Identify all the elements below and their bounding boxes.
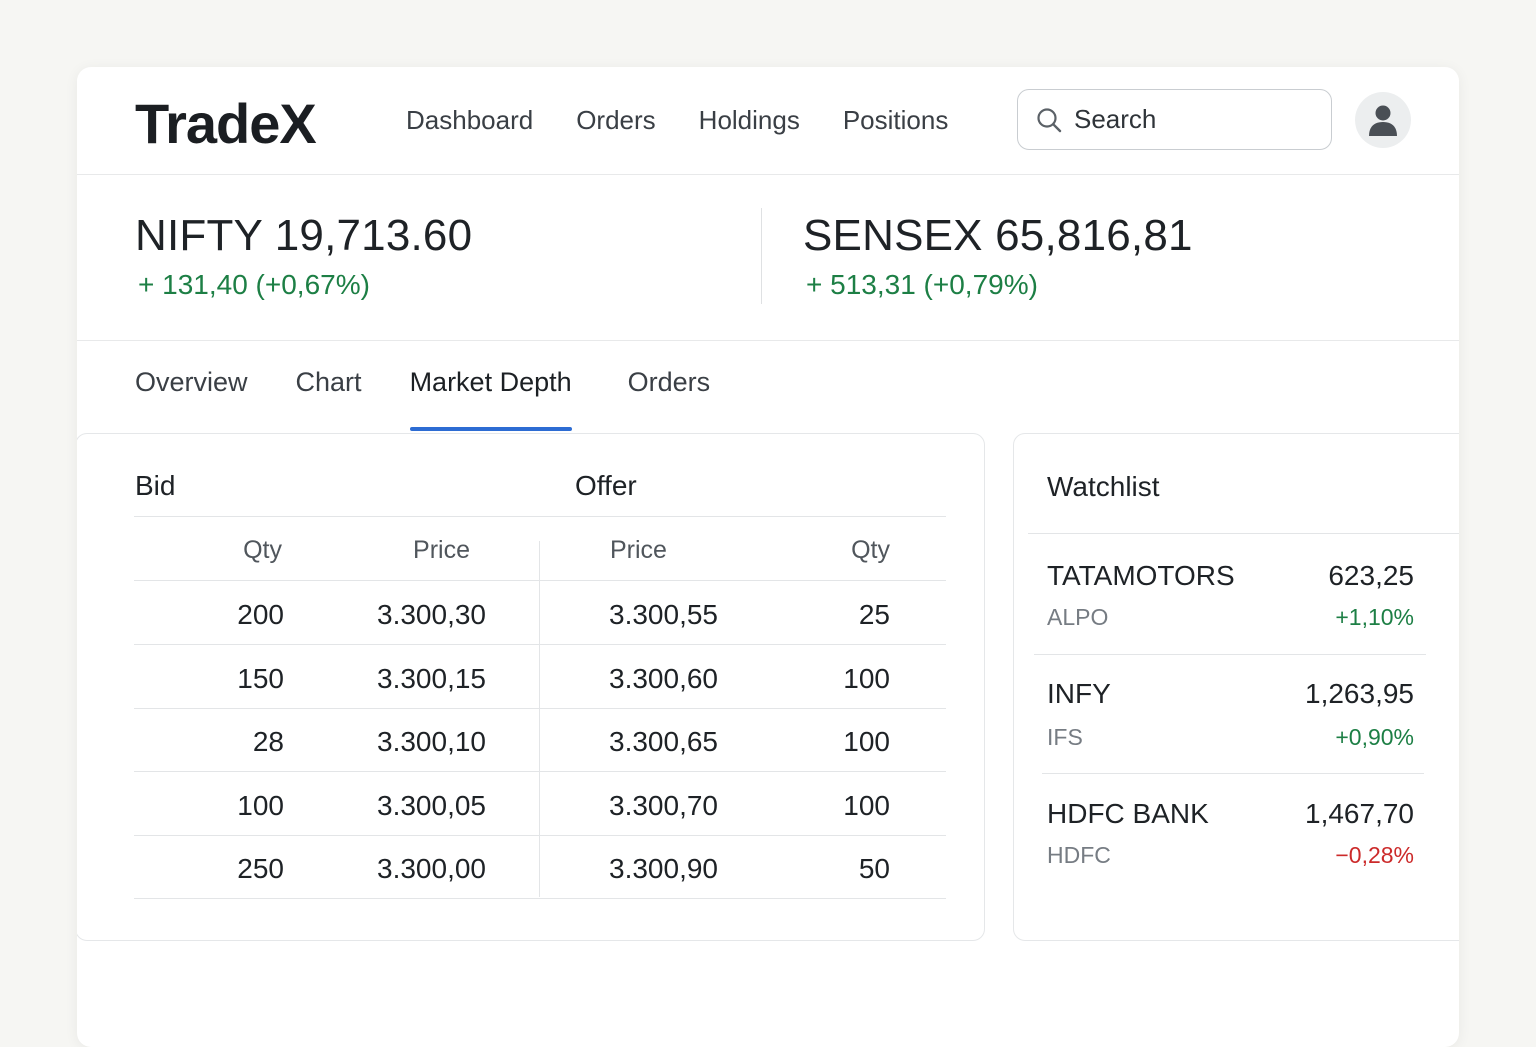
row-divider bbox=[134, 708, 946, 709]
watchlist-price: 623,25 bbox=[1328, 560, 1414, 591]
offer-price[interactable]: 3.300,70 bbox=[609, 790, 718, 822]
index-sensex[interactable]: SENSEX 65,816,81 + 513,31 (+0,79%) bbox=[803, 211, 1193, 301]
bid-price[interactable]: 3.300,15 bbox=[346, 663, 486, 695]
search-icon bbox=[1037, 107, 1062, 132]
tab-chart[interactable]: Chart bbox=[296, 367, 362, 433]
col-offer-qty: Qty bbox=[851, 536, 890, 564]
tab-market-depth[interactable]: Market Depth bbox=[409, 367, 572, 433]
nav-dashboard[interactable]: Dashboard bbox=[406, 105, 533, 136]
market-depth-panel: Bid Offer Qty Price Price Qty 200 3.300,… bbox=[77, 433, 985, 941]
divider bbox=[1028, 533, 1459, 534]
index-change: + 131,40 (+0,67%) bbox=[138, 269, 370, 300]
bid-price[interactable]: 3.300,05 bbox=[346, 790, 486, 822]
offer-qty: 100 bbox=[843, 726, 890, 757]
divider bbox=[134, 516, 946, 517]
watchlist-change: +0,90% bbox=[1335, 724, 1414, 750]
watchlist-symbol: TATAMOTORS bbox=[1047, 560, 1235, 591]
bid-price[interactable]: 3.300,00 bbox=[346, 853, 486, 885]
offer-price[interactable]: 3.300,60 bbox=[609, 663, 718, 695]
divider bbox=[134, 580, 946, 581]
bid-qty: 150 bbox=[237, 663, 284, 694]
index-strip: NIFTY 19,713.60 + 131,40 (+0,67%) SENSEX… bbox=[77, 175, 1459, 341]
detail-tabs: Overview Chart Market Depth Orders bbox=[135, 367, 758, 433]
bid-qty: 28 bbox=[252, 726, 284, 757]
offer-price[interactable]: 3.300,65 bbox=[609, 726, 718, 758]
tab-overview[interactable]: Overview bbox=[135, 367, 248, 433]
offer-price[interactable]: 3.300,90 bbox=[609, 853, 718, 885]
user-icon bbox=[1369, 105, 1397, 136]
offer-qty: 25 bbox=[858, 599, 890, 630]
bid-offer-divider bbox=[539, 541, 540, 897]
row-divider bbox=[134, 771, 946, 772]
index-nifty[interactable]: NIFTY 19,713.60 + 131,40 (+0,67%) bbox=[135, 211, 472, 301]
search-input[interactable] bbox=[1074, 104, 1314, 135]
watchlist-panel: Watchlist TATAMOTORS 623,25 ALPO +1,10% … bbox=[1013, 433, 1459, 941]
row-divider bbox=[134, 835, 946, 836]
index-name: SENSEX 65,816,81 bbox=[803, 211, 1193, 260]
bid-price[interactable]: 3.300,10 bbox=[346, 726, 486, 758]
watchlist-title: Watchlist bbox=[1047, 471, 1160, 502]
watchlist-subtitle: HDFC bbox=[1047, 842, 1111, 868]
watchlist-symbol: INFY bbox=[1047, 678, 1111, 709]
bid-heading: Bid bbox=[135, 470, 176, 501]
logo[interactable]: TradeX bbox=[135, 91, 317, 156]
watchlist-price: 1,467,70 bbox=[1305, 798, 1414, 829]
row-divider bbox=[134, 898, 946, 899]
nav-holdings[interactable]: Holdings bbox=[699, 105, 800, 136]
offer-qty: 100 bbox=[843, 790, 890, 821]
bid-price[interactable]: 3.300,30 bbox=[346, 599, 486, 631]
watchlist-subtitle: ALPO bbox=[1047, 604, 1109, 630]
offer-qty: 50 bbox=[858, 853, 890, 884]
app-window: TradeX Dashboard Orders Holdings Positio… bbox=[77, 67, 1459, 1047]
col-bid-qty: Qty bbox=[243, 536, 282, 564]
index-change: + 513,31 (+0,79%) bbox=[806, 269, 1038, 300]
offer-price[interactable]: 3.300,55 bbox=[609, 599, 718, 631]
nav-positions[interactable]: Positions bbox=[843, 105, 949, 136]
watchlist-change: −0,28% bbox=[1335, 842, 1414, 868]
offer-qty: 100 bbox=[843, 663, 890, 694]
top-bar: TradeX Dashboard Orders Holdings Positio… bbox=[77, 67, 1459, 175]
watchlist-subtitle: IFS bbox=[1047, 724, 1083, 750]
bid-qty: 250 bbox=[237, 853, 284, 884]
offer-heading: Offer bbox=[575, 470, 637, 501]
watchlist-price: 1,263,95 bbox=[1305, 678, 1414, 709]
divider bbox=[1042, 773, 1424, 774]
tab-orders[interactable]: Orders bbox=[628, 367, 711, 433]
search-box[interactable] bbox=[1017, 89, 1332, 150]
col-offer-price: Price bbox=[610, 536, 667, 564]
index-divider bbox=[761, 208, 762, 304]
watchlist-change: +1,10% bbox=[1335, 604, 1414, 630]
nav-orders[interactable]: Orders bbox=[576, 105, 655, 136]
main-nav: Dashboard Orders Holdings Positions bbox=[406, 105, 991, 136]
watchlist-symbol: HDFC BANK bbox=[1047, 798, 1209, 829]
divider bbox=[1034, 654, 1426, 655]
bid-qty: 200 bbox=[237, 599, 284, 630]
index-name: NIFTY 19,713.60 bbox=[135, 211, 473, 260]
row-divider bbox=[134, 644, 946, 645]
bid-qty: 100 bbox=[237, 790, 284, 821]
user-avatar[interactable] bbox=[1355, 92, 1411, 148]
col-bid-price: Price bbox=[413, 536, 470, 564]
